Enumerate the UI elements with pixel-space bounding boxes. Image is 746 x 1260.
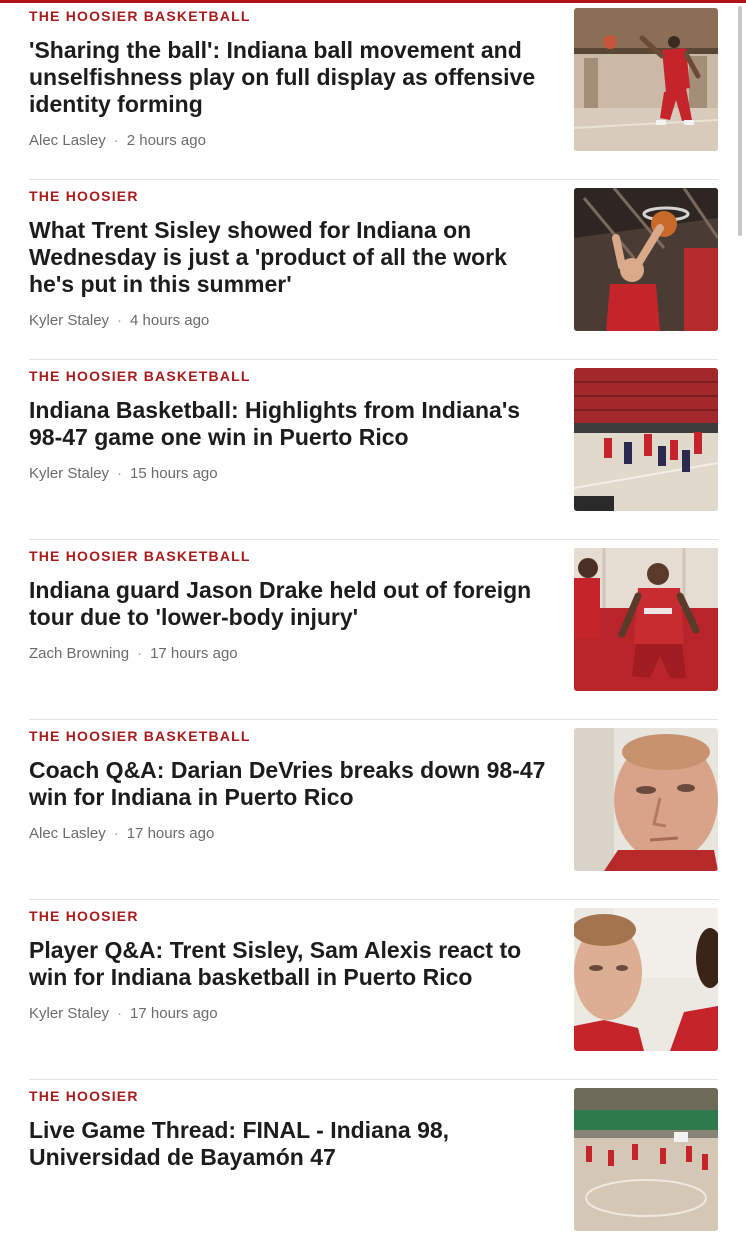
article-headline[interactable]: Player Q&A: Trent Sisley, Sam Alexis rea… [29, 937, 549, 991]
article-time: 17 hours ago [150, 645, 238, 662]
byline-separator: · [117, 312, 123, 329]
article-card[interactable]: THE HOOSIER What Trent Sisley showed for… [29, 180, 718, 360]
article-card[interactable]: THE HOOSIER BASKETBALL Indiana guard Jas… [29, 540, 718, 720]
byline-separator: · [117, 1005, 123, 1022]
byline-separator: · [117, 465, 123, 482]
article-byline: Zach Browning · 17 hours ago [29, 645, 549, 663]
thumbnail-photo-dunk [574, 188, 718, 331]
article-author[interactable]: Alec Lasley [29, 132, 106, 149]
article-byline: Kyler Staley · 4 hours ago [29, 312, 549, 330]
article-headline[interactable]: Live Game Thread: FINAL - Indiana 98, Un… [29, 1117, 549, 1171]
thumbnail-photo-guard-practice [574, 548, 718, 691]
article-text: THE HOOSIER BASKETBALL Coach Q&A: Darian… [29, 728, 549, 843]
byline-separator: · [137, 645, 143, 662]
article-time: 17 hours ago [126, 825, 215, 842]
article-thumbnail[interactable] [574, 8, 718, 151]
article-thumbnail[interactable] [574, 728, 718, 871]
thumbnail-photo-player-jumping [574, 8, 718, 151]
article-thumbnail[interactable] [574, 908, 718, 1051]
article-headline[interactable]: 'Sharing the ball': Indiana ball movemen… [29, 37, 549, 118]
article-card[interactable]: THE HOOSIER Player Q&A: Trent Sisley, Sa… [29, 900, 718, 1080]
article-kicker[interactable]: THE HOOSIER BASKETBALL [29, 8, 549, 24]
article-time: 17 hours ago [130, 1005, 218, 1022]
article-author[interactable]: Kyler Staley [29, 312, 109, 329]
article-kicker[interactable]: THE HOOSIER BASKETBALL [29, 548, 549, 564]
article-time: 4 hours ago [130, 312, 210, 329]
article-byline: Alec Lasley · 17 hours ago [29, 825, 549, 843]
article-text: THE HOOSIER Player Q&A: Trent Sisley, Sa… [29, 908, 549, 1023]
article-headline[interactable]: Coach Q&A: Darian DeVries breaks down 98… [29, 757, 549, 811]
article-kicker[interactable]: THE HOOSIER [29, 908, 549, 924]
article-byline: Alec Lasley · 2 hours ago [29, 132, 549, 150]
article-headline[interactable]: What Trent Sisley showed for Indiana on … [29, 217, 549, 298]
article-thumbnail[interactable] [574, 1088, 718, 1231]
article-text: THE HOOSIER BASKETBALL 'Sharing the ball… [29, 8, 549, 150]
article-text: THE HOOSIER BASKETBALL Indiana Basketbal… [29, 368, 549, 483]
article-thumbnail[interactable] [574, 548, 718, 691]
article-author[interactable]: Zach Browning [29, 645, 129, 662]
scrollbar[interactable] [738, 6, 742, 236]
article-author[interactable]: Kyler Staley [29, 465, 109, 482]
article-feed: THE HOOSIER BASKETBALL 'Sharing the ball… [29, 0, 718, 1260]
article-text: THE HOOSIER What Trent Sisley showed for… [29, 188, 549, 330]
article-card[interactable]: THE HOOSIER Live Game Thread: FINAL - In… [29, 1080, 718, 1260]
article-text: THE HOOSIER BASKETBALL Indiana guard Jas… [29, 548, 549, 663]
article-byline: Kyler Staley · 17 hours ago [29, 1005, 549, 1023]
article-byline: Kyler Staley · 15 hours ago [29, 465, 549, 483]
thumbnail-photo-players-interview [574, 908, 718, 1051]
article-kicker[interactable]: THE HOOSIER [29, 1088, 549, 1104]
byline-separator: · [113, 132, 119, 149]
article-card[interactable]: THE HOOSIER BASKETBALL 'Sharing the ball… [29, 0, 718, 180]
article-kicker[interactable]: THE HOOSIER BASKETBALL [29, 728, 549, 744]
article-time: 2 hours ago [126, 132, 206, 149]
byline-separator: · [113, 825, 119, 842]
article-thumbnail[interactable] [574, 188, 718, 331]
article-card[interactable]: THE HOOSIER BASKETBALL Coach Q&A: Darian… [29, 720, 718, 900]
article-author[interactable]: Kyler Staley [29, 1005, 109, 1022]
thumbnail-photo-game-court [574, 368, 718, 511]
thumbnail-photo-arena [574, 1088, 718, 1231]
article-kicker[interactable]: THE HOOSIER [29, 188, 549, 204]
article-headline[interactable]: Indiana guard Jason Drake held out of fo… [29, 577, 549, 631]
thumbnail-photo-coach-interview [574, 728, 718, 871]
article-author[interactable]: Alec Lasley [29, 825, 106, 842]
article-kicker[interactable]: THE HOOSIER BASKETBALL [29, 368, 549, 384]
article-headline[interactable]: Indiana Basketball: Highlights from Indi… [29, 397, 549, 451]
article-text: THE HOOSIER Live Game Thread: FINAL - In… [29, 1088, 549, 1171]
article-card[interactable]: THE HOOSIER BASKETBALL Indiana Basketbal… [29, 360, 718, 540]
article-time: 15 hours ago [130, 465, 218, 482]
article-thumbnail[interactable] [574, 368, 718, 511]
